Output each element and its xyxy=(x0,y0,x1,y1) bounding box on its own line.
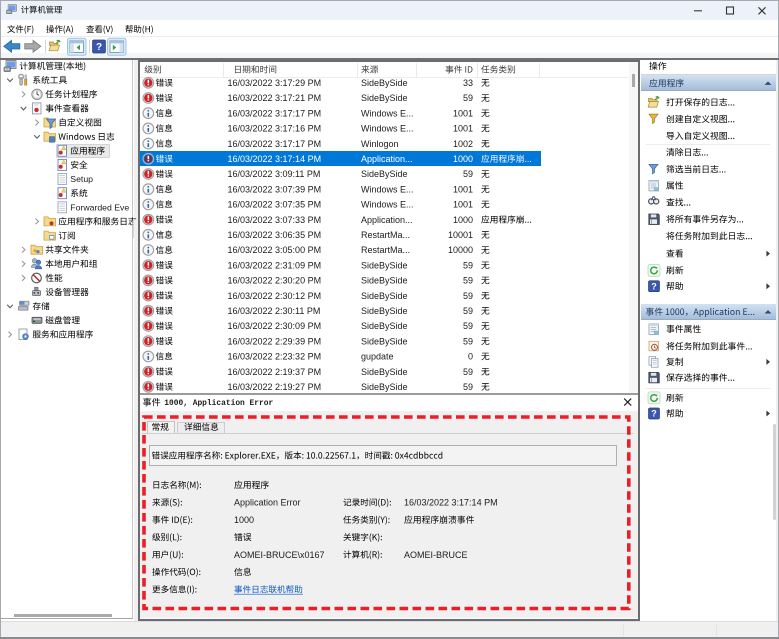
svg-text:16/03/2022 3:05:00 PM: 16/03/2022 3:05:00 PM xyxy=(228,245,322,255)
svg-text:59: 59 xyxy=(463,276,473,286)
svg-text:16/03/2022 3:17:14 PM: 16/03/2022 3:17:14 PM xyxy=(404,498,498,508)
svg-text:10001: 10001 xyxy=(448,230,473,240)
svg-text:1000: 1000 xyxy=(234,515,254,525)
svg-text:Application...: Application... xyxy=(361,215,413,225)
svg-text:16/03/2022 2:31:09 PM: 16/03/2022 2:31:09 PM xyxy=(228,260,322,270)
svg-text:16/03/2022 3:17:29 PM: 16/03/2022 3:17:29 PM xyxy=(228,78,322,88)
svg-text:AOMEI-BRUCE\x0167: AOMEI-BRUCE\x0167 xyxy=(234,550,325,560)
svg-text:33: 33 xyxy=(463,78,473,88)
svg-text:16/03/2022 3:07:33 PM: 16/03/2022 3:07:33 PM xyxy=(228,215,322,225)
svg-text:59: 59 xyxy=(463,169,473,179)
svg-text:16/03/2022 3:17:17 PM: 16/03/2022 3:17:17 PM xyxy=(228,108,322,118)
svg-text:10000: 10000 xyxy=(448,245,473,255)
svg-text:1000, Application Error: 1000, Application Error xyxy=(164,399,273,408)
svg-text:16/03/2022 3:17:17 PM: 16/03/2022 3:17:17 PM xyxy=(228,139,322,149)
svg-text:16/03/2022 3:17:16 PM: 16/03/2022 3:17:16 PM xyxy=(228,124,322,134)
svg-text:Setup: Setup xyxy=(70,174,93,184)
svg-text:59: 59 xyxy=(463,367,473,377)
svg-text:Winlogon: Winlogon xyxy=(361,139,399,149)
svg-text:1001: 1001 xyxy=(453,184,473,194)
svg-text:?: ? xyxy=(651,409,657,419)
svg-text:16/03/2022 2:19:37 PM: 16/03/2022 2:19:37 PM xyxy=(228,367,322,377)
svg-text:59: 59 xyxy=(463,306,473,316)
svg-text:16/03/2022 3:06:35 PM: 16/03/2022 3:06:35 PM xyxy=(228,230,322,240)
svg-text:16/03/2022 3:17:21 PM: 16/03/2022 3:17:21 PM xyxy=(228,93,322,103)
svg-text:1001: 1001 xyxy=(453,200,473,210)
svg-text:Windows E...: Windows E... xyxy=(361,184,414,194)
svg-text:Application Error: Application Error xyxy=(234,498,301,508)
svg-text:Windows E...: Windows E... xyxy=(361,108,414,118)
svg-text:1001: 1001 xyxy=(453,124,473,134)
svg-text:SideBySide: SideBySide xyxy=(361,367,408,377)
svg-text:59: 59 xyxy=(463,291,473,301)
svg-text:59: 59 xyxy=(463,260,473,270)
svg-text:Forwarded Eve: Forwarded Eve xyxy=(70,202,129,212)
svg-text:RestartMa...: RestartMa... xyxy=(361,245,410,255)
svg-text:59: 59 xyxy=(463,321,473,331)
svg-text:RestartMa...: RestartMa... xyxy=(361,230,410,240)
svg-text:1000: 1000 xyxy=(453,154,473,164)
svg-text:0: 0 xyxy=(468,352,473,362)
svg-text:16/03/2022 3:17:14 PM: 16/03/2022 3:17:14 PM xyxy=(228,154,322,164)
svg-text:16/03/2022 2:30:12 PM: 16/03/2022 2:30:12 PM xyxy=(228,291,322,301)
svg-text:SideBySide: SideBySide xyxy=(361,306,408,316)
svg-text:16/03/2022 2:19:27 PM: 16/03/2022 2:19:27 PM xyxy=(228,382,322,392)
svg-text:16/03/2022 2:23:32 PM: 16/03/2022 2:23:32 PM xyxy=(228,352,322,362)
svg-text:Windows E...: Windows E... xyxy=(361,124,414,134)
svg-text:AOMEI-BRUCE: AOMEI-BRUCE xyxy=(404,550,468,560)
svg-text:59: 59 xyxy=(463,382,473,392)
svg-text:16/03/2022 2:29:39 PM: 16/03/2022 2:29:39 PM xyxy=(228,336,322,346)
svg-text:16/03/2022 2:30:11 PM: 16/03/2022 2:30:11 PM xyxy=(228,306,321,316)
svg-text:gupdate: gupdate xyxy=(361,352,394,362)
svg-text:16/03/2022 2:30:09 PM: 16/03/2022 2:30:09 PM xyxy=(228,321,322,331)
svg-text:Windows E...: Windows E... xyxy=(361,200,414,210)
svg-text:SideBySide: SideBySide xyxy=(361,276,408,286)
svg-text:SideBySide: SideBySide xyxy=(361,291,408,301)
svg-text:1002: 1002 xyxy=(453,139,473,149)
svg-text:Application...: Application... xyxy=(361,154,413,164)
svg-text:SideBySide: SideBySide xyxy=(361,93,408,103)
svg-text:SideBySide: SideBySide xyxy=(361,336,408,346)
svg-text:?: ? xyxy=(651,281,657,291)
svg-text:1000: 1000 xyxy=(453,215,473,225)
svg-text:SideBySide: SideBySide xyxy=(361,169,408,179)
svg-text:16/03/2022 3:09:11 PM: 16/03/2022 3:09:11 PM xyxy=(228,169,321,179)
svg-text:SideBySide: SideBySide xyxy=(361,78,408,88)
svg-text:16/03/2022 2:30:20 PM: 16/03/2022 2:30:20 PM xyxy=(228,276,322,286)
svg-text:SideBySide: SideBySide xyxy=(361,382,408,392)
svg-text:16/03/2022 3:07:35 PM: 16/03/2022 3:07:35 PM xyxy=(228,200,322,210)
svg-text:SideBySide: SideBySide xyxy=(361,260,408,270)
svg-text:16/03/2022 3:07:39 PM: 16/03/2022 3:07:39 PM xyxy=(228,184,322,194)
svg-text:?: ? xyxy=(96,42,102,53)
svg-text:SideBySide: SideBySide xyxy=(361,321,408,331)
svg-text:59: 59 xyxy=(463,93,473,103)
svg-text:1001: 1001 xyxy=(453,108,473,118)
svg-text:59: 59 xyxy=(463,336,473,346)
